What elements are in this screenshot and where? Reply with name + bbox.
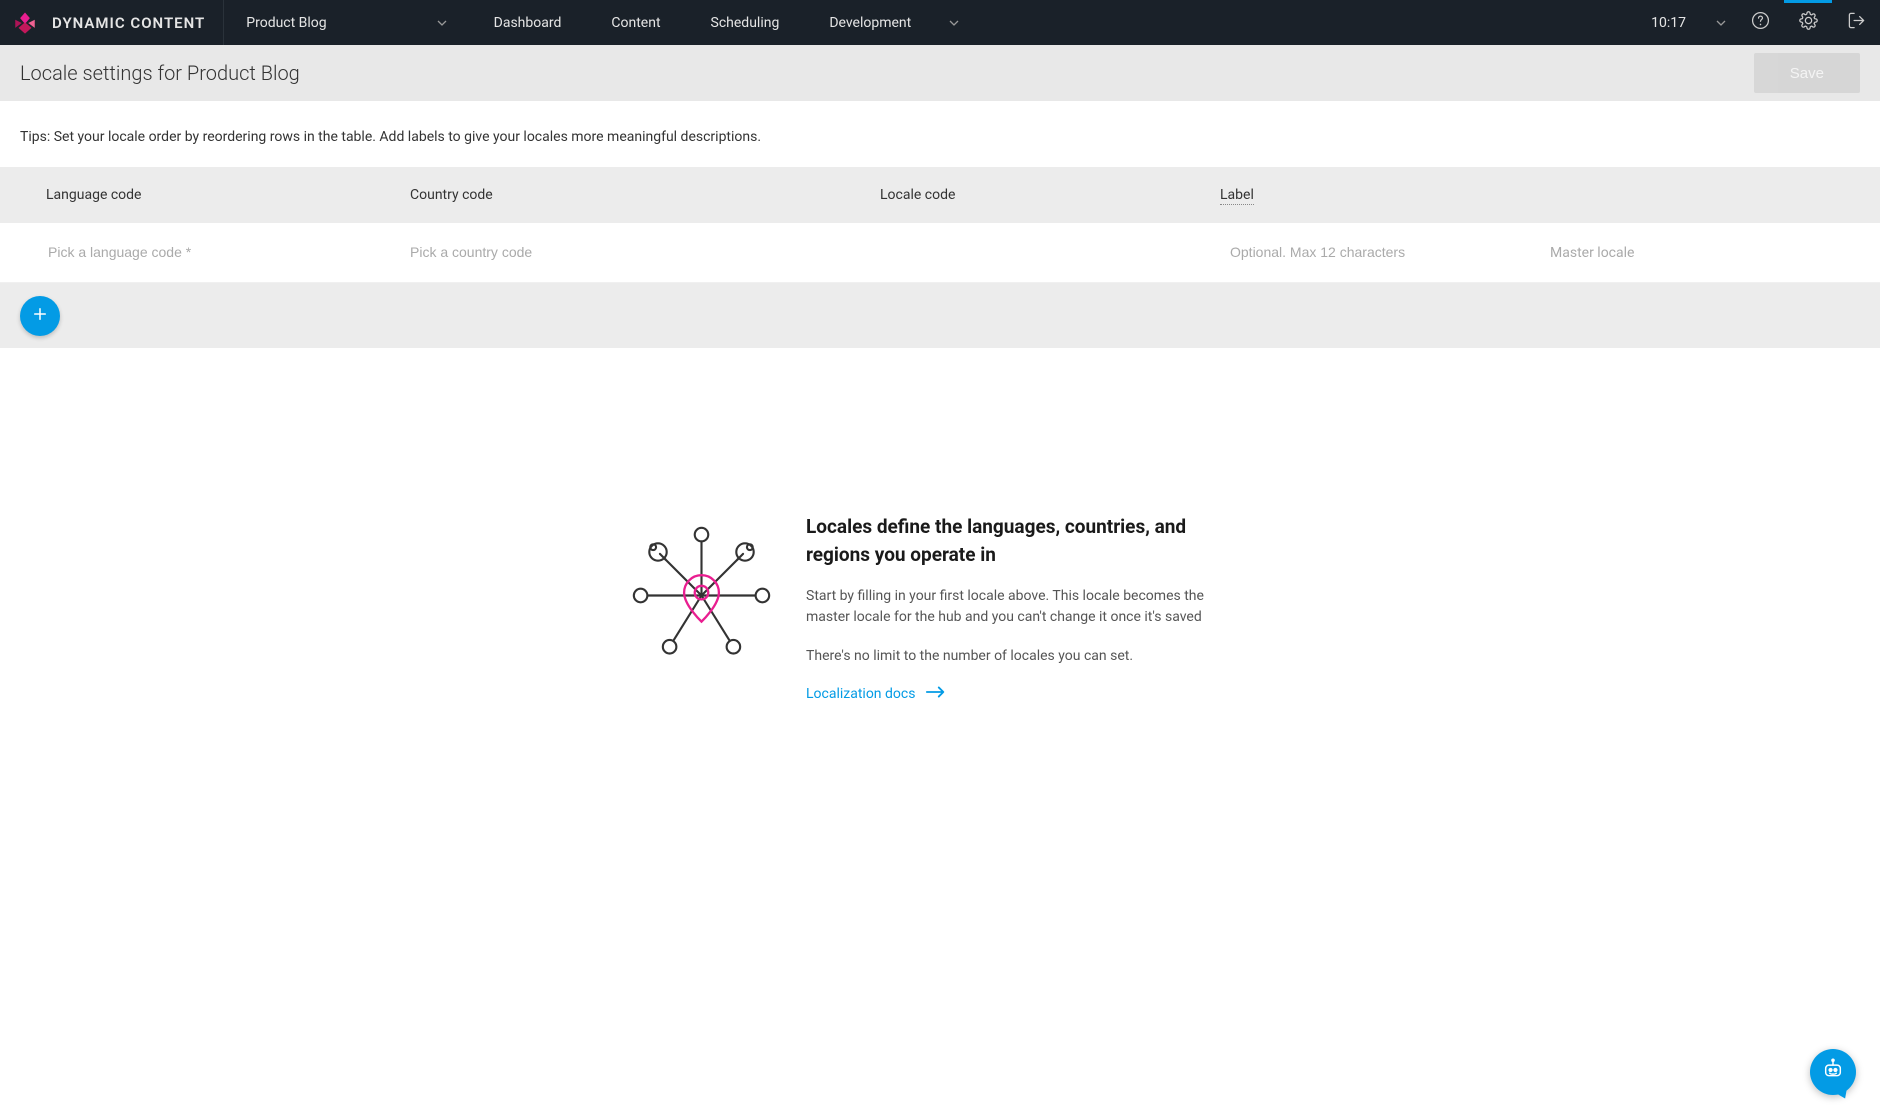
settings-button[interactable] xyxy=(1784,0,1832,45)
nav-development[interactable]: Development xyxy=(804,0,984,45)
empty-state-p1: Start by filling in your first locale ab… xyxy=(806,586,1251,628)
nav-right: 10:17 xyxy=(1633,0,1880,45)
nav-tabs: Dashboard Content Scheduling Development xyxy=(469,0,985,45)
top-nav: DYNAMIC CONTENT Product Blog Dashboard C… xyxy=(0,0,1880,45)
add-row-bar xyxy=(0,283,1880,348)
empty-state-p2: There's no limit to the number of locale… xyxy=(806,646,1251,667)
logout-button[interactable] xyxy=(1832,0,1880,45)
nav-scheduling[interactable]: Scheduling xyxy=(686,0,805,45)
brand-name: DYNAMIC CONTENT xyxy=(52,14,205,32)
tips-text: Tips: Set your locale order by reorderin… xyxy=(0,101,1880,167)
empty-state: Locales define the languages, countries,… xyxy=(0,513,1880,703)
locales-illustration-icon xyxy=(629,523,774,668)
chevron-down-icon xyxy=(437,20,447,26)
nav-label: Scheduling xyxy=(711,15,780,31)
language-code-input[interactable] xyxy=(48,244,410,260)
gear-icon xyxy=(1799,11,1818,34)
column-locale: Locale code xyxy=(880,187,1220,203)
empty-state-title: Locales define the languages, countries,… xyxy=(806,513,1251,568)
arrow-right-icon xyxy=(915,685,947,703)
nav-label: Development xyxy=(829,15,911,31)
column-label-text: Label xyxy=(1220,187,1254,205)
hub-selector[interactable]: Product Blog xyxy=(224,0,468,45)
nav-dashboard[interactable]: Dashboard xyxy=(469,0,587,45)
nav-content[interactable]: Content xyxy=(586,0,685,45)
add-locale-button[interactable] xyxy=(20,296,60,336)
nav-label: Content xyxy=(611,15,660,31)
master-locale-indicator: Master locale xyxy=(1540,245,1880,261)
help-button[interactable] xyxy=(1736,0,1784,45)
column-label: Label xyxy=(1220,187,1540,203)
label-input[interactable] xyxy=(1230,244,1540,260)
localization-docs-link[interactable]: Localization docs xyxy=(806,685,947,703)
link-text: Localization docs xyxy=(806,686,915,702)
logout-icon xyxy=(1847,11,1866,34)
page-title: Locale settings for Product Blog xyxy=(20,61,300,85)
help-icon xyxy=(1751,11,1770,34)
country-code-input[interactable] xyxy=(410,244,880,260)
plus-icon xyxy=(31,305,49,327)
time-value: 10:17 xyxy=(1651,15,1686,31)
chevron-down-icon xyxy=(1716,20,1726,26)
chat-support-button[interactable] xyxy=(1810,1049,1856,1095)
time-selector[interactable]: 10:17 xyxy=(1633,0,1736,45)
chevron-down-icon xyxy=(949,20,959,26)
column-country: Country code xyxy=(410,187,880,203)
page-header: Locale settings for Product Blog Save xyxy=(0,45,1880,101)
hub-name: Product Blog xyxy=(246,15,326,31)
table-header: Language code Country code Locale code L… xyxy=(0,167,1880,223)
save-button[interactable]: Save xyxy=(1754,53,1860,93)
brand: DYNAMIC CONTENT xyxy=(0,0,224,45)
locale-row: Master locale xyxy=(0,223,1880,283)
nav-label: Dashboard xyxy=(494,15,562,31)
column-language: Language code xyxy=(0,187,410,203)
app-logo-icon xyxy=(12,10,38,36)
chatbot-icon xyxy=(1820,1057,1846,1087)
